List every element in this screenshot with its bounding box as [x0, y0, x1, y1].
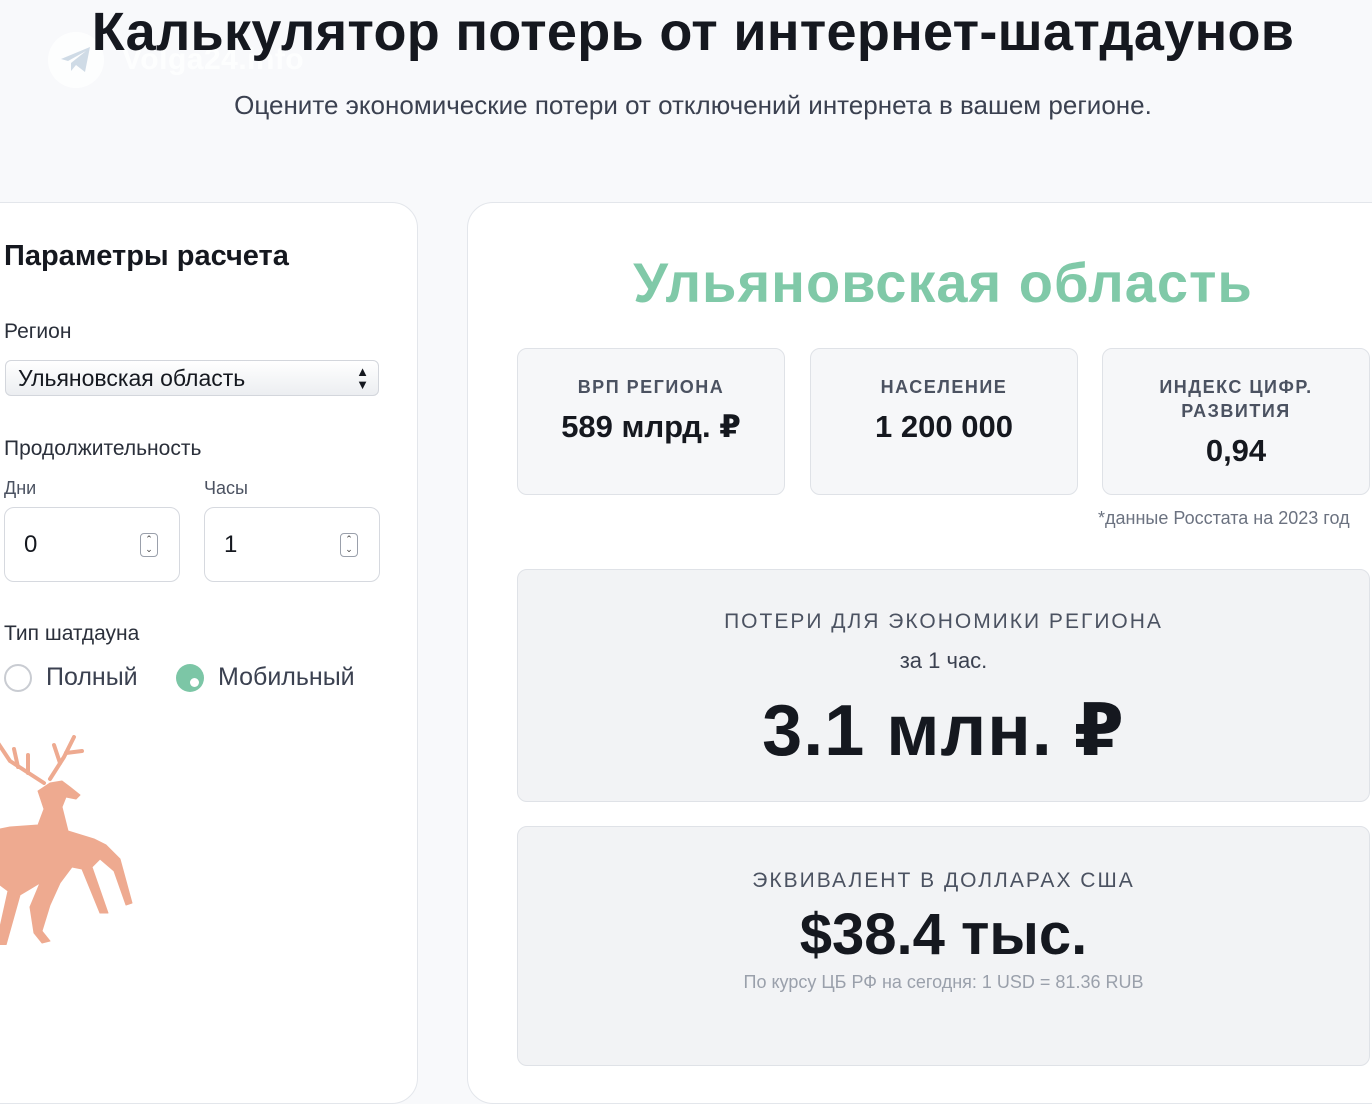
loss-period: за 1 час. [899, 648, 988, 673]
hours-stepper-icon[interactable]: ⌃ ⌄ [340, 533, 358, 557]
deer-emblem-icon [0, 735, 140, 950]
stat-card-population: НАСЕЛЕНИЕ 1 200 000 [810, 348, 1078, 495]
stat-value: 589 млрд. ₽ [561, 409, 741, 444]
exchange-rate-note: По курсу ЦБ РФ на сегодня: 1 USD = 81.36… [743, 972, 1144, 992]
loss-card: ПОТЕРИ ДЛЯ ЭКОНОМИКИ РЕГИОНА за 1 час. 3… [517, 569, 1370, 802]
page-title: Калькулятор потерь от интернет-шатдаунов [91, 2, 1295, 62]
usd-card: ЭКВИВАЛЕНТ В ДОЛЛАРАХ США $38.4 тыс. По … [517, 826, 1370, 1066]
region-label: Регион [4, 320, 72, 343]
params-title: Параметры расчета [4, 240, 289, 272]
days-label: Дни [4, 478, 37, 498]
shutdown-type-label: Тип шатдауна [4, 622, 140, 645]
stat-card-grp: ВРП РЕГИОНА 589 млрд. ₽ [517, 348, 785, 495]
usd-label: ЭКВИВАЛЕНТ В ДОЛЛАРАХ США [752, 869, 1135, 892]
region-select-value: Ульяновская область [18, 364, 246, 391]
data-footnote: *данные Росстата на 2023 год [1098, 508, 1350, 528]
usd-value: $38.4 тыс. [799, 902, 1088, 967]
hours-label: Часы [204, 478, 248, 498]
radio-mobile-circle[interactable] [176, 663, 204, 692]
days-input[interactable]: 0 ⌃ ⌄ [4, 507, 180, 582]
stat-label: ИНДЕКС ЦИФР. РАЗВИТИЯ [1159, 377, 1313, 421]
radio-full-circle[interactable] [4, 663, 32, 692]
days-input-value: 0 [24, 530, 38, 558]
region-name-heading: Ульяновская область [633, 251, 1253, 314]
radio-full[interactable]: Полный [4, 663, 138, 692]
hours-input-value: 1 [224, 530, 238, 558]
select-arrows-icon: ▲ ▼ [356, 364, 369, 392]
loss-value: 3.1 млн. ₽ [762, 691, 1125, 771]
page-subtitle: Оцените экономические потери от отключен… [234, 90, 1152, 120]
region-select[interactable]: Ульяновская область ▲ ▼ [5, 360, 379, 396]
stat-value: 1 200 000 [875, 409, 1013, 444]
radio-mobile[interactable]: Мобильный [176, 663, 355, 692]
stat-value: 0,94 [1205, 433, 1267, 468]
radio-full-label[interactable]: Полный [46, 663, 138, 692]
duration-label: Продолжительность [4, 437, 202, 460]
loss-label: ПОТЕРИ ДЛЯ ЭКОНОМИКИ РЕГИОНА [724, 610, 1163, 633]
hours-input[interactable]: 1 ⌃ ⌄ [204, 507, 380, 582]
radio-mobile-label[interactable]: Мобильный [218, 663, 355, 692]
stat-card-digital-index: ИНДЕКС ЦИФР. РАЗВИТИЯ 0,94 [1102, 348, 1370, 495]
days-stepper-icon[interactable]: ⌃ ⌄ [140, 533, 158, 557]
stat-label: НАСЕЛЕНИЕ [880, 377, 1008, 397]
stat-label: ВРП РЕГИОНА [577, 377, 725, 397]
